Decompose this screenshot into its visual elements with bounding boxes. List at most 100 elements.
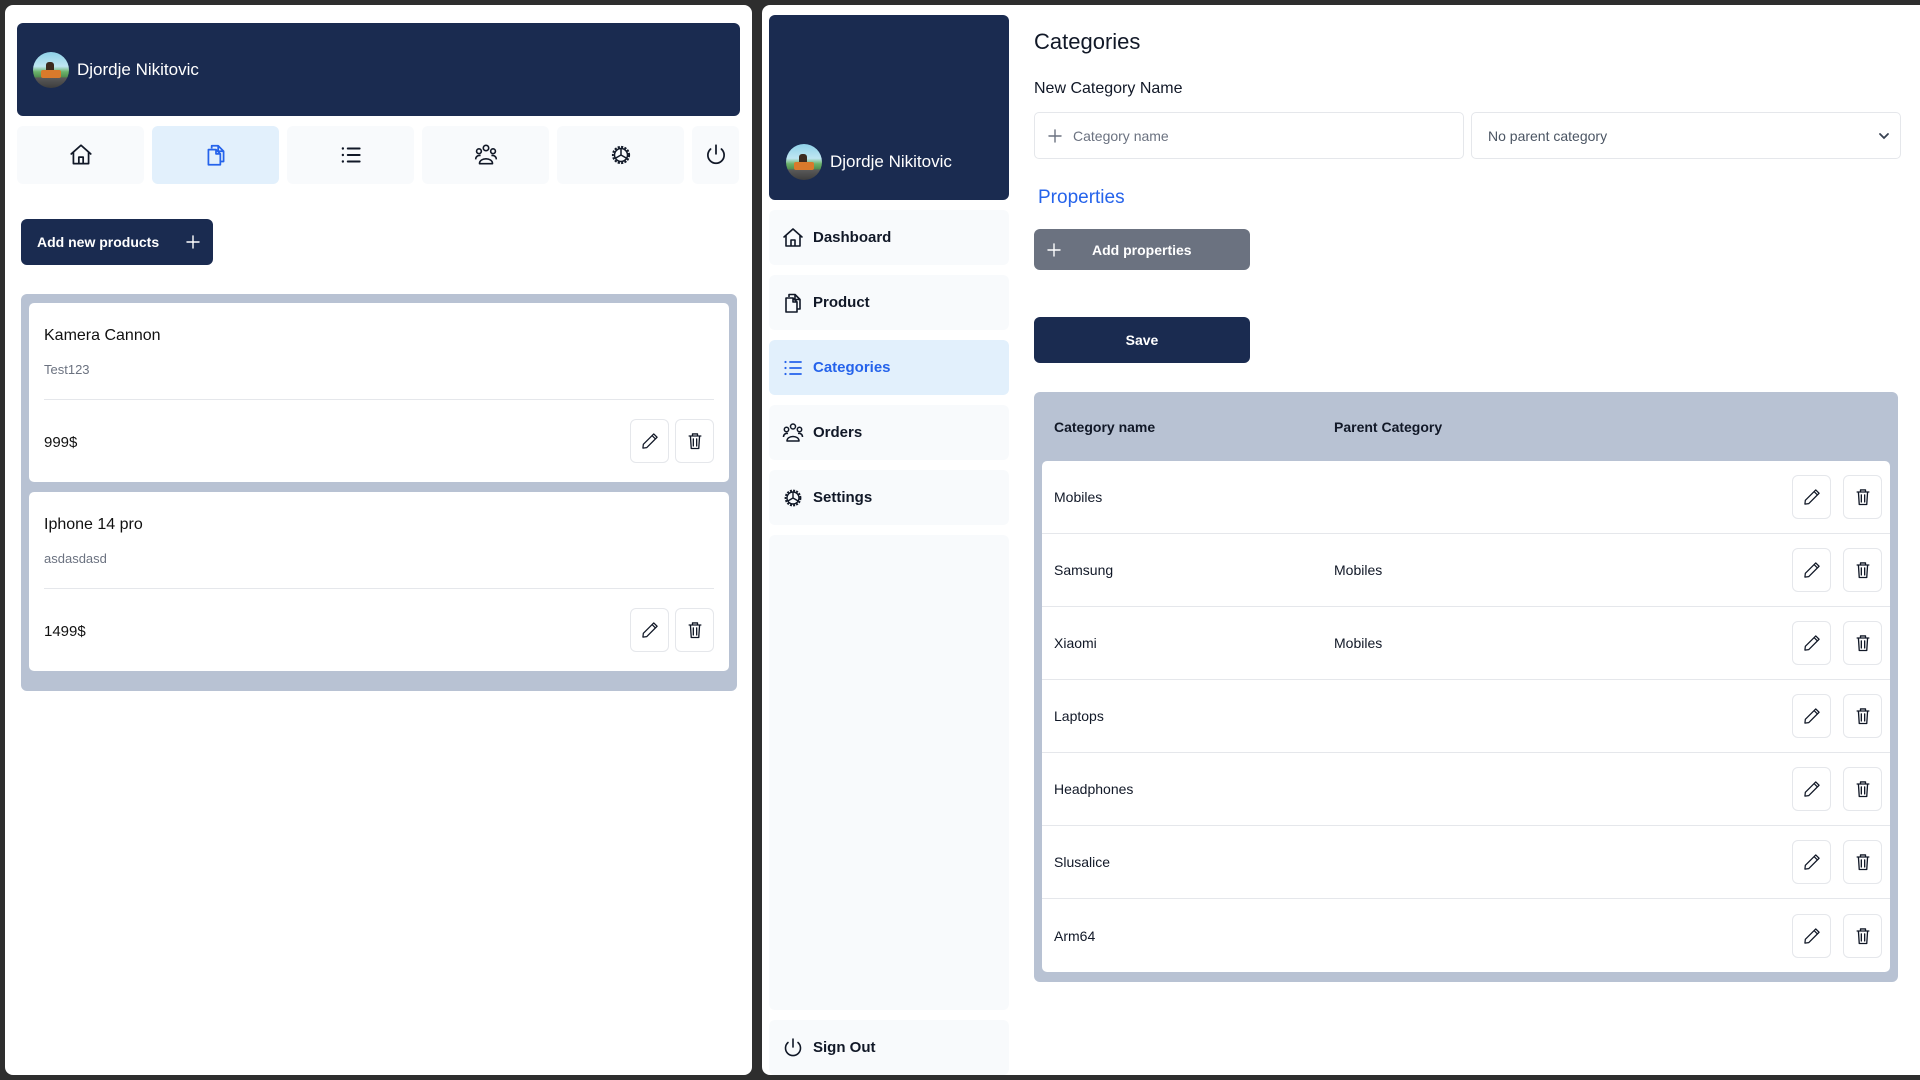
users-icon <box>781 421 805 445</box>
sidebar-item-label: Product <box>813 294 870 311</box>
nav-tile-dashboard[interactable] <box>17 126 144 184</box>
nav-tile-sign-out[interactable] <box>692 126 739 184</box>
category-name-cell: Mobiles <box>1054 489 1103 505</box>
table-body: Mobiles Samsung Mobiles Xiaomi Mobiles L… <box>1042 461 1890 972</box>
pencil-icon <box>640 620 660 640</box>
edit-button[interactable] <box>1792 767 1831 811</box>
product-name: Iphone 14 pro <box>44 516 143 533</box>
home-icon <box>781 226 805 250</box>
category-name-field[interactable] <box>1034 112 1464 159</box>
table-row: Mobiles <box>1042 461 1890 534</box>
sidebar-item-settings[interactable]: Settings <box>769 470 1009 525</box>
edit-button[interactable] <box>1792 694 1831 738</box>
trash-icon <box>1853 706 1873 726</box>
chevron-down-icon <box>1878 130 1890 142</box>
main-content: Categories New Category Name No parent c… <box>1034 5 1901 1075</box>
nav-tile-settings[interactable] <box>557 126 684 184</box>
column-header-parent-category: Parent Category <box>1334 418 1443 435</box>
avatar <box>786 144 822 180</box>
sidebar-item-dashboard[interactable]: Dashboard <box>769 210 1009 265</box>
trash-icon <box>685 431 705 451</box>
divider <box>44 588 714 589</box>
documents-icon <box>781 291 805 315</box>
plus-icon <box>1046 242 1062 258</box>
table-row: Laptops <box>1042 680 1890 753</box>
icon-nav <box>17 126 740 184</box>
sidebar-item-label: Orders <box>813 424 863 441</box>
plus-icon <box>1047 128 1063 144</box>
trash-icon <box>1853 779 1873 799</box>
delete-button[interactable] <box>1843 840 1882 884</box>
power-icon <box>781 1036 805 1060</box>
page-title: Categories <box>1034 29 1141 54</box>
category-name-cell: Headphones <box>1054 781 1134 797</box>
table-row: Samsung Mobiles <box>1042 534 1890 607</box>
delete-button[interactable] <box>1843 767 1882 811</box>
edit-button[interactable] <box>1792 840 1831 884</box>
gear-icon <box>781 486 805 510</box>
delete-button[interactable] <box>1843 475 1882 519</box>
category-name-cell: Arm64 <box>1054 927 1096 944</box>
table-header: Category name Parent Category <box>1042 392 1890 461</box>
product-description: Test123 <box>44 362 90 377</box>
sidebar-item-categories[interactable]: Categories <box>769 340 1009 395</box>
home-icon <box>68 142 94 168</box>
delete-button[interactable] <box>1843 621 1882 665</box>
sidebar-item-label: Dashboard <box>813 229 892 246</box>
column-header-category-name: Category name <box>1054 418 1156 435</box>
delete-button[interactable] <box>675 608 714 652</box>
product-card: Kamera Cannon Test123 999$ <box>29 303 729 482</box>
add-new-products-label: Add new products <box>37 234 160 250</box>
table-row: Slusalice <box>1042 826 1890 899</box>
category-name-cell: Xiaomi <box>1054 635 1097 651</box>
edit-button[interactable] <box>1792 621 1831 665</box>
list-icon <box>338 142 364 168</box>
pencil-icon <box>1802 852 1822 872</box>
categories-window: Djordje Nikitovic Dashboard Product Cate… <box>762 5 1920 1075</box>
add-new-products-button[interactable]: Add new products <box>21 219 213 265</box>
documents-icon <box>203 142 229 168</box>
categories-table: Category name Parent Category Mobiles Sa… <box>1034 392 1898 982</box>
pencil-icon <box>1802 779 1822 799</box>
delete-button[interactable] <box>1843 548 1882 592</box>
user-name: Djordje Nikitovic <box>77 59 199 79</box>
gear-icon <box>608 142 634 168</box>
edit-button[interactable] <box>1792 913 1831 958</box>
delete-button[interactable] <box>1843 694 1882 738</box>
edit-button[interactable] <box>1792 548 1831 592</box>
nav-tile-orders[interactable] <box>422 126 549 184</box>
parent-category-cell: Mobiles <box>1334 562 1383 578</box>
table-row: Xiaomi Mobiles <box>1042 607 1890 680</box>
trash-icon <box>1853 926 1873 946</box>
pencil-icon <box>1802 926 1822 946</box>
properties-heading: Properties <box>1038 187 1125 208</box>
edit-button[interactable] <box>630 608 669 652</box>
parent-category-cell: Mobiles <box>1334 635 1383 651</box>
pencil-icon <box>640 431 660 451</box>
trash-icon <box>1853 633 1873 653</box>
product-price: 1499$ <box>44 623 86 640</box>
sign-out-label: Sign Out <box>813 1039 876 1056</box>
category-name-input[interactable] <box>1073 127 1453 144</box>
sidebar-item-product[interactable]: Product <box>769 275 1009 330</box>
edit-button[interactable] <box>1792 475 1831 519</box>
nav-tile-product[interactable] <box>152 126 279 184</box>
delete-button[interactable] <box>675 419 714 463</box>
sidebar-item-orders[interactable]: Orders <box>769 405 1009 460</box>
nav-tile-categories[interactable] <box>287 126 414 184</box>
avatar <box>33 51 69 88</box>
profile-header: Djordje Nikitovic <box>17 23 740 116</box>
product-price: 999$ <box>44 434 78 451</box>
sidebar-spacer <box>769 535 1009 1010</box>
sidebar: Djordje Nikitovic Dashboard Product Cate… <box>769 15 1009 1075</box>
sign-out-button[interactable]: Sign Out <box>769 1020 1009 1075</box>
trash-icon <box>1853 852 1873 872</box>
users-icon <box>473 142 499 168</box>
product-description: asdasdasd <box>44 551 107 566</box>
parent-category-select[interactable]: No parent category <box>1471 112 1901 159</box>
delete-button[interactable] <box>1843 913 1882 958</box>
add-properties-button[interactable]: Add properties <box>1034 229 1250 270</box>
edit-button[interactable] <box>630 419 669 463</box>
save-button[interactable]: Save <box>1034 317 1250 363</box>
pencil-icon <box>1802 560 1822 580</box>
